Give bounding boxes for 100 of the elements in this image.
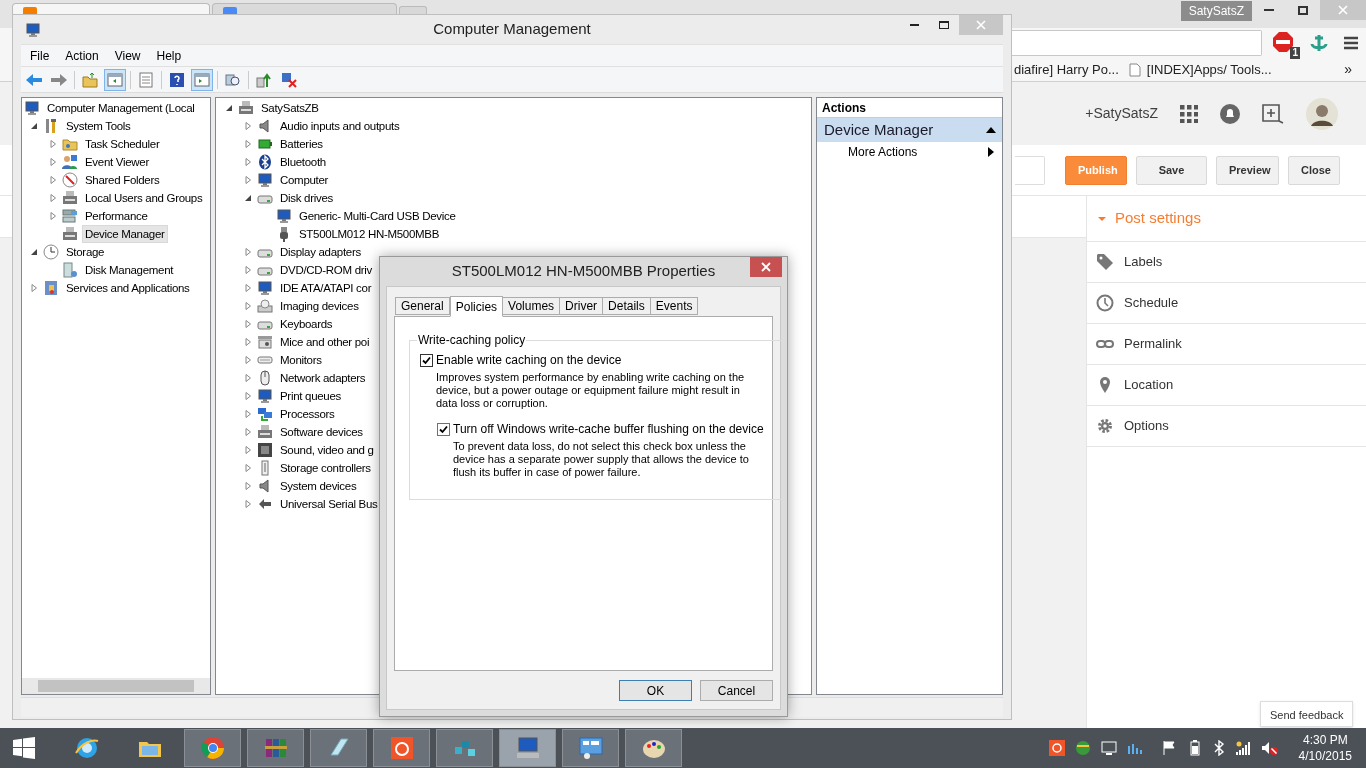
menu-item[interactable]: Action [58, 46, 106, 65]
tree-item[interactable]: Computer Management (Local [44, 99, 198, 117]
settings-item[interactable]: Permalink [1124, 334, 1182, 354]
collapsed-arrow-icon[interactable] [243, 319, 253, 329]
settings-item[interactable]: Options [1124, 416, 1169, 436]
tree-item[interactable]: Storage [63, 243, 108, 261]
tree-item[interactable]: System Tools [63, 117, 134, 135]
collapsed-arrow-icon[interactable] [243, 355, 253, 365]
scrollbar[interactable] [22, 678, 210, 694]
tree-item[interactable]: Imaging devices [277, 297, 362, 315]
tree-item[interactable]: Performance [82, 207, 151, 225]
collapse-caret-icon[interactable] [986, 127, 996, 133]
tree-item[interactable]: Display adapters [277, 243, 364, 261]
toolbar-button[interactable]: Save [1136, 155, 1207, 185]
collapsed-arrow-icon[interactable] [243, 301, 253, 311]
globe-icon[interactable] [1074, 740, 1091, 756]
collapsed-arrow-icon[interactable] [243, 139, 253, 149]
taskbar-app[interactable] [562, 729, 619, 767]
signal-bars-icon[interactable] [1234, 740, 1251, 756]
more-bookmarks-button[interactable]: » [1344, 59, 1352, 80]
camera-icon[interactable] [1048, 740, 1065, 756]
dialog-tab[interactable]: Policies [449, 296, 504, 317]
collapsed-arrow-icon[interactable] [243, 463, 253, 473]
tree-item[interactable]: Keyboards [277, 315, 336, 333]
flag-icon[interactable] [1160, 740, 1177, 756]
dialog-tab[interactable]: Driver [559, 297, 604, 315]
close-button[interactable] [750, 257, 782, 277]
dialog-tab[interactable]: Events [649, 297, 699, 315]
menu-item[interactable]: File [23, 46, 57, 65]
settings-item[interactable]: Labels [1124, 252, 1163, 272]
toolbar-button[interactable]: Preview [1216, 155, 1279, 185]
dialog-tab[interactable]: Details [602, 297, 651, 315]
tree-item[interactable]: System devices [277, 477, 360, 495]
expanded-arrow-icon[interactable] [29, 247, 39, 257]
tree-item[interactable]: Software devices [277, 423, 366, 441]
toolbar-button[interactable]: Close [1288, 155, 1340, 185]
checkbox[interactable] [420, 353, 433, 367]
bluetooth-icon[interactable] [1212, 740, 1225, 756]
browser-tab[interactable] [212, 3, 397, 14]
clock-time[interactable]: 4:30 PM [1302, 732, 1348, 748]
collapsed-arrow-icon[interactable] [243, 481, 253, 491]
tree-item[interactable]: Mice and other poi [277, 333, 373, 351]
tree-item[interactable]: Computer [277, 171, 332, 189]
account-link[interactable]: +SatySatsZ [1085, 103, 1158, 124]
bookmark-link[interactable]: diafire] Harry Po... [1014, 59, 1119, 80]
bookmark-link[interactable]: [INDEX]Apps/ Tools... [1146, 59, 1272, 80]
taskbar-app[interactable] [310, 729, 367, 767]
tree-item[interactable]: Batteries [277, 135, 326, 153]
collapsed-arrow-icon[interactable] [243, 499, 253, 509]
tree-item[interactable]: Network adapters [277, 369, 369, 387]
checkbox-label[interactable]: Enable write caching on the device [436, 351, 622, 369]
tree-item[interactable]: Generic- Multi-Card USB Device [296, 207, 459, 225]
checkbox-label[interactable]: Turn off Windows write-cache buffer flushing on the device [453, 420, 764, 438]
monitor-icon[interactable] [1100, 740, 1117, 756]
taskbar-app[interactable] [499, 729, 556, 767]
tree-item[interactable]: IDE ATA/ATAPI cor [277, 279, 375, 297]
expanded-arrow-icon[interactable] [29, 121, 39, 131]
tree-item[interactable]: Disk drives [277, 189, 336, 207]
taskbar-app[interactable] [436, 729, 493, 767]
collapsed-arrow-icon[interactable] [243, 391, 253, 401]
tree-item[interactable]: Universal Serial Bus [277, 495, 381, 513]
taskbar-app[interactable] [625, 729, 682, 767]
taskbar-app[interactable] [247, 729, 304, 767]
checkbox[interactable] [437, 422, 450, 436]
menu-icon[interactable] [1342, 35, 1360, 51]
collapsed-arrow-icon[interactable] [243, 409, 253, 419]
menu-item[interactable]: View [107, 46, 148, 65]
tree-item[interactable]: Event Viewer [82, 153, 152, 171]
avatar-icon[interactable] [1306, 97, 1338, 130]
feedback-button[interactable]: Send feedback [1260, 701, 1354, 727]
tree-item[interactable]: Monitors [277, 351, 325, 369]
expanded-arrow-icon[interactable] [243, 193, 253, 203]
collapsed-arrow-icon[interactable] [243, 175, 253, 185]
tree-item[interactable]: Disk Management [82, 261, 177, 279]
dialog-button[interactable]: OK [619, 680, 692, 701]
browser-tab[interactable] [12, 3, 210, 14]
collapsed-arrow-icon[interactable] [243, 427, 253, 437]
collapsed-arrow-icon[interactable] [243, 445, 253, 455]
collapsed-arrow-icon[interactable] [243, 121, 253, 131]
tree-item[interactable]: Sound, video and g [277, 441, 377, 459]
expanded-arrow-icon[interactable] [224, 103, 234, 113]
collapsed-arrow-icon[interactable] [243, 283, 253, 293]
notification-bell-icon[interactable] [1220, 103, 1240, 124]
address-field[interactable] [1012, 30, 1262, 56]
collapsed-arrow-icon[interactable] [243, 373, 253, 383]
collapsed-arrow-icon[interactable] [243, 337, 253, 347]
dialog-tab[interactable]: General [395, 297, 450, 315]
dialog-button[interactable]: Cancel [700, 680, 773, 701]
tree-item[interactable]: SatySatsZB [258, 99, 322, 117]
clock-date[interactable]: 4/10/2015 [1298, 748, 1352, 764]
taskbar-app[interactable] [373, 729, 430, 767]
tree-item[interactable]: Shared Folders [82, 171, 163, 189]
collapsed-arrow-icon[interactable] [243, 247, 253, 257]
tree-item[interactable]: Services and Applications [63, 279, 193, 297]
collapsed-arrow-icon[interactable] [29, 283, 39, 293]
collapsed-arrow-icon[interactable] [243, 157, 253, 167]
tree-item[interactable]: Bluetooth [277, 153, 329, 171]
collapsed-arrow-icon[interactable] [48, 157, 58, 167]
tree-item[interactable]: Audio inputs and outputs [277, 117, 403, 135]
muted-speaker-icon[interactable] [1260, 740, 1279, 756]
